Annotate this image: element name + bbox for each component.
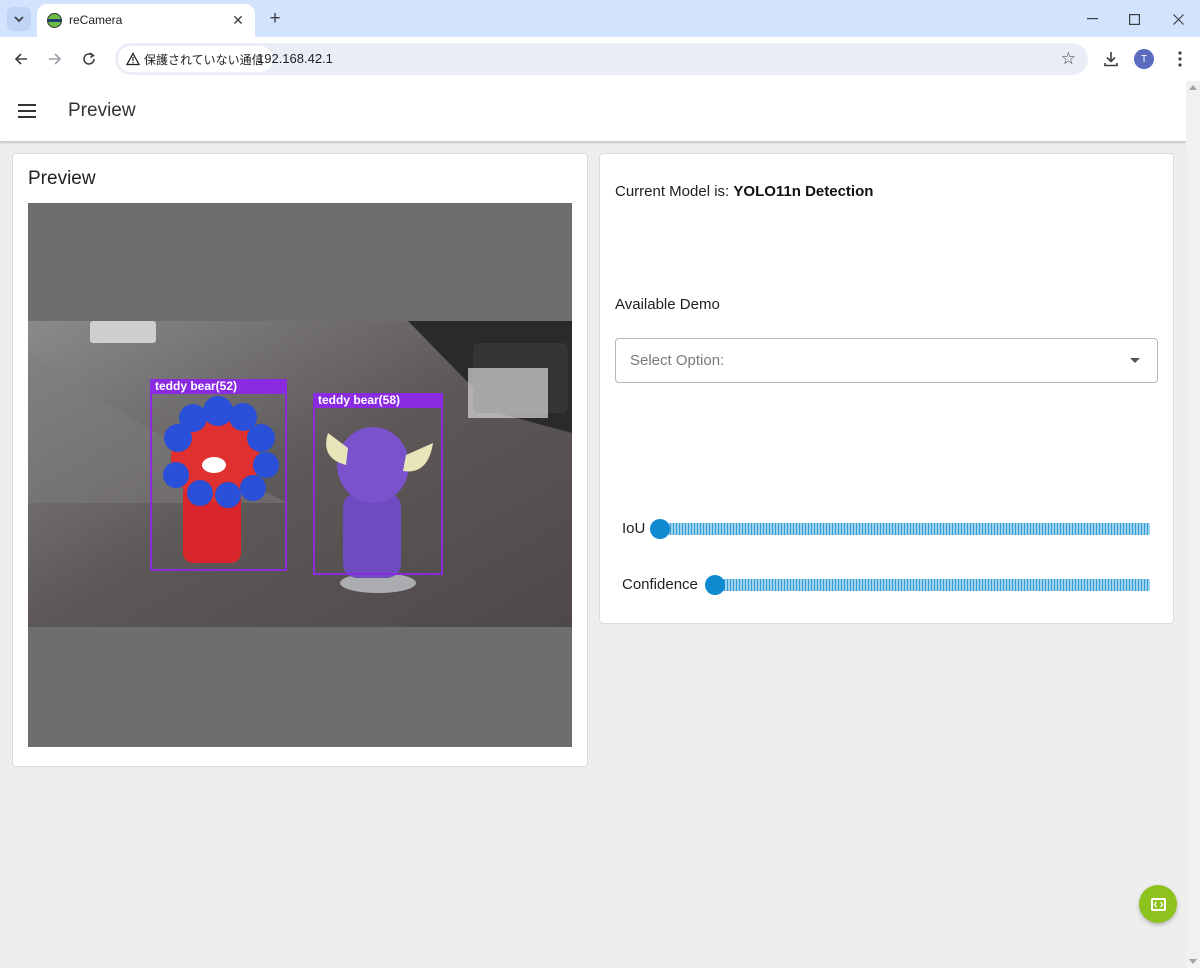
new-tab-button[interactable]: + (264, 8, 286, 30)
tab-title: reCamera (69, 13, 123, 27)
hamburger-menu-icon[interactable] (18, 104, 36, 118)
model-name: YOLO11n Detection (733, 183, 874, 200)
warning-icon (125, 52, 141, 66)
confidence-slider-track[interactable] (718, 579, 1150, 591)
minimize-button[interactable] (1081, 8, 1103, 30)
download-icon[interactable] (1099, 47, 1123, 71)
url-text[interactable]: 192.168.42.1 (257, 51, 333, 66)
preview-card-title: Preview (28, 168, 96, 189)
confidence-slider-row: Confidence (622, 575, 1152, 595)
more-vert-icon[interactable] (1168, 47, 1192, 71)
page-viewport: Preview Preview teddy bear(52) teddy bea… (0, 81, 1200, 968)
tab-close-icon[interactable]: ✕ (229, 11, 247, 29)
tab-recamera[interactable]: reCamera ✕ (37, 4, 255, 37)
current-model-line: Current Model is: YOLO11n Detection (615, 183, 873, 200)
preview-card: Preview teddy bear(52) teddy bear(58) (12, 153, 588, 767)
page-scrollbar[interactable] (1186, 81, 1200, 968)
bookmark-star-icon[interactable]: ☆ (1061, 49, 1076, 69)
demo-select-placeholder: Select Option: (630, 352, 725, 369)
browser-tabstrip: reCamera ✕ + (0, 0, 1200, 37)
camera-frame-illustration (28, 321, 572, 627)
security-chip[interactable]: 保護されていない通信 (118, 46, 273, 72)
iou-label: IoU (622, 520, 646, 537)
model-prefix: Current Model is: (615, 183, 730, 200)
camera-preview-image: teddy bear(52) teddy bear(58) (28, 203, 572, 747)
demo-select[interactable]: Select Option: (615, 338, 1158, 383)
page-title: Preview (68, 100, 136, 121)
profile-avatar[interactable]: T (1134, 49, 1154, 69)
reload-icon[interactable] (77, 47, 101, 71)
scroll-down-icon[interactable] (1189, 959, 1197, 964)
confidence-slider-thumb[interactable] (705, 575, 725, 595)
dropdown-caret-icon (1130, 358, 1140, 363)
close-window-button[interactable] (1167, 8, 1189, 30)
maximize-button[interactable] (1123, 8, 1145, 30)
iou-slider-row: IoU (622, 519, 1152, 539)
address-bar[interactable]: 保護されていない通信 192.168.42.1 ☆ (115, 43, 1088, 75)
scroll-up-icon[interactable] (1189, 85, 1197, 90)
code-icon (1150, 897, 1166, 911)
forward-icon[interactable] (43, 47, 67, 71)
detection-box (150, 379, 287, 571)
model-control-card: Current Model is: YOLO11n Detection Avai… (599, 153, 1174, 624)
app-bar: Preview (0, 81, 1186, 142)
back-icon[interactable] (9, 47, 33, 71)
available-demo-label: Available Demo (615, 296, 720, 313)
iou-slider-track[interactable] (664, 523, 1150, 535)
tab-search-icon[interactable] (7, 7, 31, 31)
code-view-button[interactable] (1139, 885, 1177, 923)
security-label: 保護されていない通信 (144, 52, 264, 67)
iou-slider-thumb[interactable] (650, 519, 670, 539)
detection-box (313, 393, 443, 575)
browser-toolbar: 保護されていない通信 192.168.42.1 ☆ T (0, 37, 1200, 81)
confidence-label: Confidence (622, 576, 698, 593)
favicon-icon (47, 13, 62, 28)
